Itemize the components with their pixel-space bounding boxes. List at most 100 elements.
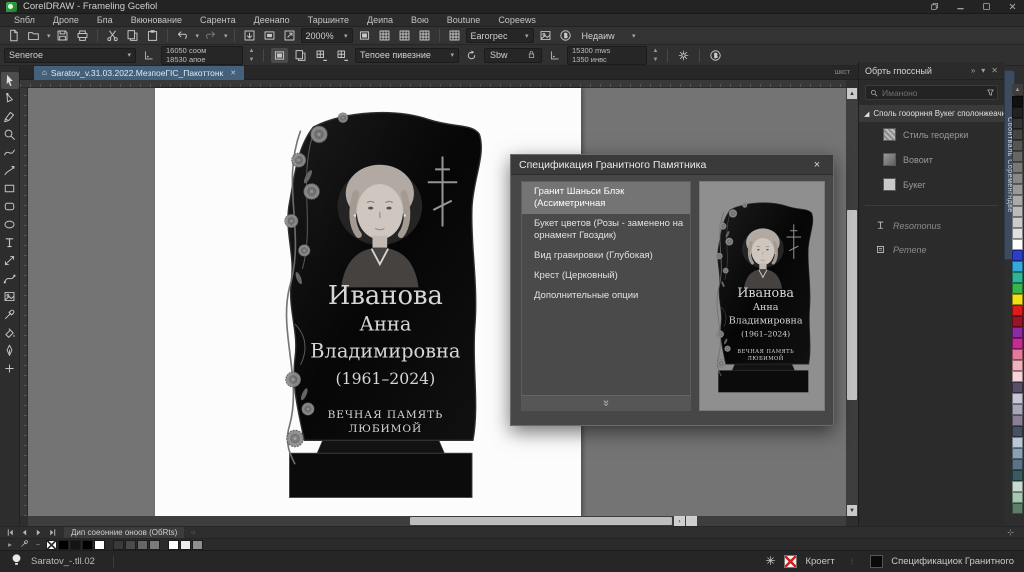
wrap-mode-combo[interactable]: Тепоее пивезние ▾ [355, 48, 459, 63]
specification-item[interactable]: Дополнительные опции [522, 286, 690, 306]
page-options-icon[interactable]: ⁘ [190, 529, 196, 537]
document-color-swatch[interactable] [149, 540, 160, 550]
layout-b-button[interactable] [334, 48, 351, 63]
color-swatch[interactable] [1012, 481, 1023, 492]
rotate-icon[interactable] [463, 48, 480, 63]
color-swatch[interactable] [1012, 360, 1023, 371]
snap-status-icon[interactable] [765, 553, 776, 571]
document-color-swatch[interactable] [192, 540, 203, 550]
copy-button[interactable] [124, 28, 141, 43]
docker-search-input[interactable] [882, 88, 982, 98]
vertical-scrollbar[interactable]: ▲ ▼ [846, 88, 858, 516]
new-document-button[interactable] [5, 28, 22, 43]
color-swatch[interactable] [1012, 393, 1023, 404]
docker-extra-item[interactable]: Resomonus [859, 214, 1004, 238]
menu-item[interactable]: Boutune [439, 15, 489, 25]
doc-palette-eyedropper-icon[interactable] [18, 539, 30, 550]
docker-extra-item[interactable]: Pemene [859, 238, 1004, 262]
docker-close-icon[interactable]: ✕ [991, 66, 998, 75]
smudge-tool[interactable] [1, 108, 19, 125]
color-swatch[interactable] [1012, 173, 1023, 184]
color-swatch[interactable] [1012, 206, 1023, 217]
color-swatch[interactable] [1012, 239, 1023, 250]
menu-item[interactable]: Сарента [192, 15, 244, 25]
page-thumbnail-button[interactable] [271, 48, 288, 63]
color-swatch[interactable] [1012, 228, 1023, 239]
curve-tool[interactable] [1, 144, 19, 161]
pick-tool[interactable] [1, 72, 19, 89]
show-guidelines-button[interactable] [416, 28, 433, 43]
monument-artwork[interactable] [258, 103, 498, 503]
color-swatch[interactable] [1012, 118, 1023, 129]
open-button[interactable] [25, 28, 42, 43]
color-swatch[interactable] [1012, 415, 1023, 426]
menu-item[interactable]: Деенапо [246, 15, 298, 25]
smart-fill-tool[interactable] [1, 324, 19, 341]
page-tab[interactable]: Дип соеонние оноов (ОбRts) [64, 527, 184, 538]
publish-button[interactable] [281, 28, 298, 43]
color-swatch[interactable] [1012, 283, 1023, 294]
docker-group-row[interactable]: ◢ Споль гооорння Вукег сполонжеачный [859, 105, 1004, 122]
cut-button[interactable] [104, 28, 121, 43]
angle-value[interactable]: Sbw [490, 50, 522, 60]
color-swatch[interactable] [1012, 250, 1023, 261]
color-swatch[interactable] [1012, 140, 1023, 151]
color-swatch[interactable] [1012, 338, 1023, 349]
duplicate-button[interactable] [292, 48, 309, 63]
list-scroll-down-button[interactable] [521, 395, 691, 411]
color-swatch[interactable] [1012, 184, 1023, 195]
import-button[interactable] [241, 28, 258, 43]
size-spinner[interactable]: ▲▼ [651, 46, 660, 65]
next-page-button[interactable] [32, 528, 44, 538]
color-swatch[interactable] [1012, 349, 1023, 360]
color-swatch[interactable] [1012, 272, 1023, 283]
docker-item[interactable]: Стиль геодерки [859, 122, 1004, 147]
docker-search-box[interactable] [865, 85, 998, 100]
document-color-swatch[interactable] [82, 540, 93, 550]
document-color-swatch[interactable] [137, 540, 148, 550]
dialog-title-bar[interactable]: Спецификация Гранитного Памятника × [511, 155, 833, 175]
document-color-swatch[interactable] [94, 540, 105, 550]
document-color-swatch[interactable] [168, 540, 179, 550]
docker-expand-icon[interactable]: » [971, 66, 975, 75]
settings-gear-icon[interactable] [675, 48, 692, 63]
document-color-swatch[interactable] [58, 540, 69, 550]
shape-tool[interactable] [1, 90, 19, 107]
paste-button[interactable] [144, 28, 161, 43]
fill-none-swatch[interactable] [784, 555, 797, 568]
color-swatch[interactable] [1012, 327, 1023, 338]
color-swatch[interactable] [1012, 261, 1023, 272]
fullscreen-preview-button[interactable] [356, 28, 373, 43]
color-swatch[interactable] [1012, 448, 1023, 459]
document-color-swatch[interactable] [125, 540, 136, 550]
color-swatch[interactable] [1012, 195, 1023, 206]
snap-options-button[interactable] [446, 28, 463, 43]
specification-item[interactable]: Вид гравировки (Глубокая) [522, 246, 690, 266]
color-swatch[interactable] [1012, 437, 1023, 448]
menu-item[interactable]: Дропе [45, 15, 87, 25]
color-swatch[interactable] [1012, 459, 1023, 470]
image-frame-tool[interactable] [1, 288, 19, 305]
dialog-close-button[interactable]: × [809, 159, 825, 171]
vscroll-thumb[interactable] [847, 210, 857, 400]
show-rulers-button[interactable] [376, 28, 393, 43]
open-caret-icon[interactable]: ▾ [47, 32, 51, 40]
color-swatch[interactable] [1012, 470, 1023, 481]
scroll-down-button[interactable]: ▼ [847, 505, 857, 516]
snap-combo[interactable]: Еагогрес ▾ [466, 28, 534, 43]
document-tab[interactable]: ⌂ Saratov_v.31.03.2022.МезпоеГІС_Пакотто… [34, 66, 244, 80]
specification-item[interactable]: Букет цветов (Розы - заменено на орнамен… [522, 214, 690, 246]
options-circle-icon[interactable] [707, 48, 724, 63]
object-position-fields[interactable]: 16050 соом 18530 апое [161, 46, 243, 65]
color-swatch[interactable] [1012, 371, 1023, 382]
horizontal-ruler[interactable] [20, 80, 846, 88]
color-swatch[interactable] [1012, 294, 1023, 305]
doc-palette-arrow-icon[interactable]: ▸ [4, 540, 16, 549]
navigator-zoom-button[interactable] [686, 516, 697, 526]
angle-field[interactable]: Sbw [484, 48, 542, 63]
text-tool[interactable] [1, 234, 19, 251]
preset-combo[interactable]: Senerое ▾ [4, 48, 136, 63]
docker-item[interactable]: Вовоит [859, 147, 1004, 172]
menu-item[interactable]: Sпбл [6, 15, 43, 25]
bezier-tool[interactable] [1, 270, 19, 287]
